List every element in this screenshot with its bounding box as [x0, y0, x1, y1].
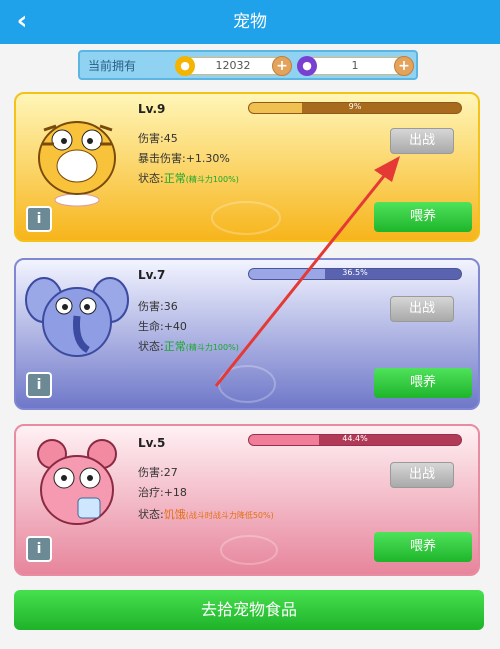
buy-pet-food-button[interactable]: 去拾宠物食品	[14, 590, 484, 630]
info-icon[interactable]: i	[26, 536, 52, 562]
pet-level: Lv.9	[138, 102, 166, 116]
plus-icon[interactable]: +	[394, 56, 414, 76]
gem-balance: ● 1 +	[297, 56, 414, 76]
elephant-pet-image	[25, 277, 129, 357]
coin-balance: ● 12032 +	[175, 56, 292, 76]
watermark-icon	[220, 535, 278, 565]
exp-text: 44.4%	[342, 434, 368, 443]
feed-button[interactable]: 喂养	[374, 202, 472, 232]
coin-value: 12032	[215, 59, 251, 72]
pet-level: Lv.5	[138, 436, 166, 450]
pet-stat-damage: 伤害:27	[138, 466, 178, 479]
mouse-pet-image	[37, 439, 117, 525]
pet-level: Lv.7	[138, 268, 166, 282]
pet-card: Lv.7 36.5% 伤害:36 生命:+40 状态:正常(精斗力100%) 出…	[14, 258, 480, 410]
pet-stat-damage: 伤害:45	[138, 132, 178, 145]
info-icon[interactable]: i	[26, 372, 52, 398]
deploy-button[interactable]: 出战	[390, 296, 454, 322]
feed-button[interactable]: 喂养	[374, 532, 472, 562]
feed-button[interactable]: 喂养	[374, 368, 472, 398]
info-icon[interactable]: i	[26, 206, 52, 232]
page-title: 宠物	[233, 12, 267, 32]
pet-card: Lv.5 44.4% 伤害:27 治疗:+18 状态:饥饿(战斗时战斗力降低50…	[14, 424, 480, 576]
pet-status: 状态:饥饿(战斗时战斗力降低50%)	[138, 508, 274, 521]
watermark-icon	[218, 365, 276, 403]
pet-stat-damage: 伤害:36	[138, 300, 178, 313]
exp-bar: 36.5%	[248, 268, 462, 280]
gem-value: 1	[351, 59, 359, 72]
wallet-bar: 当前拥有 ● 12032 + ● 1 +	[78, 50, 418, 80]
plus-icon[interactable]: +	[272, 56, 292, 76]
deploy-button[interactable]: 出战	[390, 462, 454, 488]
watermark-icon	[211, 201, 281, 235]
pet-card: Lv.9 9% 伤害:45 暴击伤害:+1.30% 状态:正常(精斗力100%)…	[14, 92, 480, 242]
gold-coin-icon: ●	[175, 56, 195, 76]
exp-text: 36.5%	[342, 268, 368, 277]
purple-gem-icon: ●	[297, 56, 317, 76]
exp-bar: 9%	[248, 102, 462, 114]
tiger-pet-image	[38, 121, 116, 207]
pet-stat-bonus: 生命:+40	[138, 320, 187, 333]
pet-stat-bonus: 暴击伤害:+1.30%	[138, 152, 230, 165]
pet-status: 状态:正常(精斗力100%)	[138, 172, 239, 185]
pet-status: 状态:正常(精斗力100%)	[138, 340, 239, 353]
wallet-label: 当前拥有	[88, 59, 137, 73]
pet-stat-bonus: 治疗:+18	[138, 486, 187, 499]
exp-text: 9%	[348, 102, 362, 111]
deploy-button[interactable]: 出战	[390, 128, 454, 154]
exp-bar: 44.4%	[248, 434, 462, 446]
top-bar: ‹ 宠物	[0, 0, 500, 44]
